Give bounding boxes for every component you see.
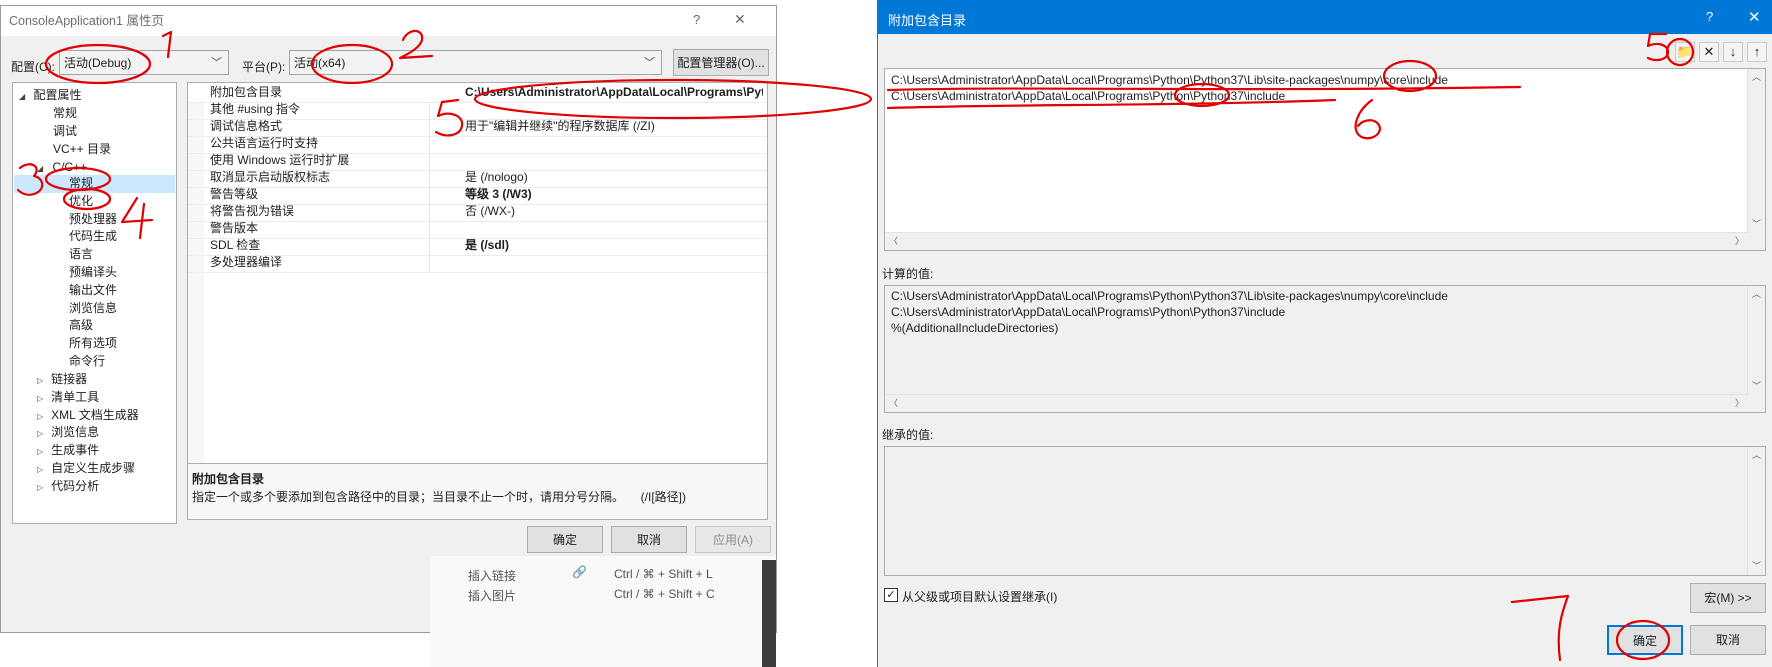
annotation-ellipse-numpy	[1382, 59, 1438, 93]
annotation-ellipse-include-value	[473, 78, 873, 120]
annotation-digit-3	[16, 163, 44, 196]
annotation-underline-entry2	[886, 98, 1337, 110]
annotation-digit-2	[398, 29, 434, 60]
annotation-digit-5b	[1646, 32, 1670, 62]
annotation-ellipse-ok	[1615, 619, 1671, 661]
annotation-digit-1	[161, 30, 173, 59]
annotation-digit-6	[1354, 98, 1382, 140]
annotation-ellipse-new-folder	[1665, 37, 1695, 67]
annotation-ellipse-cpp	[44, 166, 112, 192]
annotation-underline-entry1	[886, 85, 1522, 92]
annotation-digit-7	[1510, 594, 1570, 662]
annotation-ellipse-platform	[310, 43, 394, 85]
annotation-ellipse-config	[44, 43, 152, 85]
annotation-ellipse-general	[62, 187, 112, 211]
annotation-digit-4	[120, 196, 154, 240]
annotation-overlay	[16, 29, 1695, 662]
annotation-digit-5	[434, 98, 464, 137]
